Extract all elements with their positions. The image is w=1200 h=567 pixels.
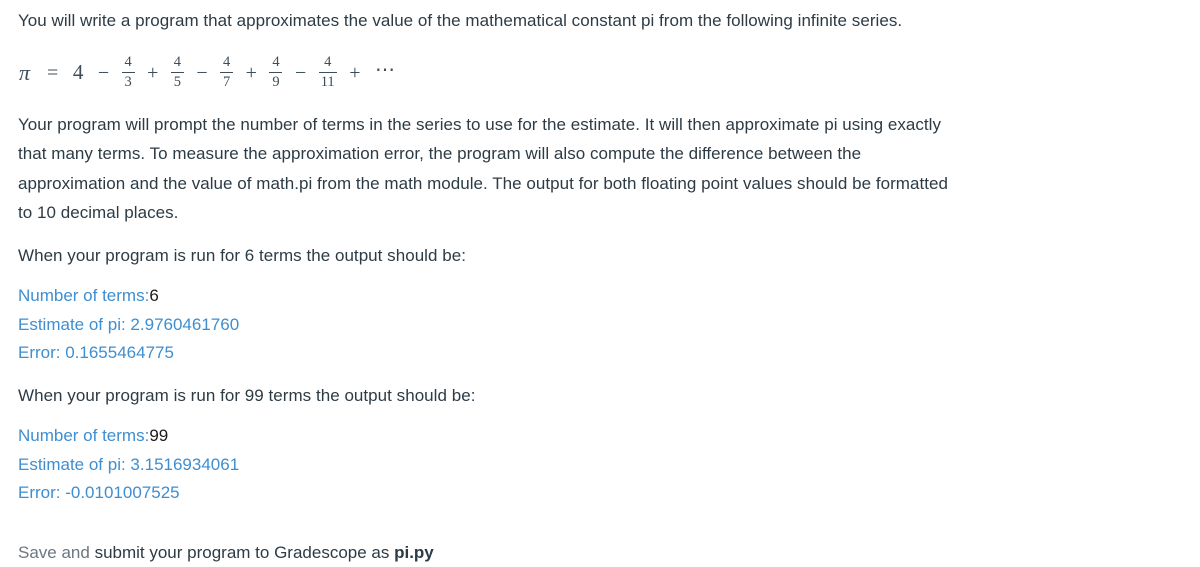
- formula-fraction: 4 5: [170, 54, 184, 90]
- fraction-denominator: 11: [320, 73, 335, 90]
- description-paragraph: Your program will prompt the number of t…: [18, 114, 948, 223]
- formula-operator: −: [294, 61, 307, 84]
- formula-first-term: 4: [72, 60, 84, 84]
- formula-equals: =: [47, 61, 59, 84]
- formula-fraction: 4 11: [318, 54, 337, 90]
- formula-fraction: 4 9: [269, 54, 283, 90]
- output-line-estimate: Estimate of pi: 2.9760461760: [18, 314, 240, 334]
- formula-operator: −: [196, 61, 208, 84]
- formula-fraction: 4 3: [121, 54, 135, 90]
- formula-operator: +: [245, 61, 257, 84]
- formula-pi-symbol: π: [19, 59, 31, 85]
- assignment-description-page: You will write a program that approximat…: [0, 0, 1200, 567]
- output-line-estimate: Estimate of pi: 3.1516934061: [18, 454, 240, 474]
- fraction-numerator: 4: [124, 54, 132, 71]
- output-line-terms: Number of terms:6: [18, 282, 958, 311]
- fraction-denominator: 3: [124, 73, 132, 90]
- pi-series-formula: π = 4 − 4 3 + 4 5 − 4 7 + 4 9 − 4 11 + ⋯: [18, 48, 958, 98]
- example-1-prompt: When your program is run for 6 terms the…: [18, 245, 466, 265]
- intro-paragraph: You will write a program that approximat…: [18, 11, 903, 30]
- fraction-numerator: 4: [223, 54, 231, 71]
- content-column: You will write a program that approximat…: [18, 6, 958, 567]
- terms-label: Number of terms:: [18, 286, 150, 305]
- formula-operator: −: [97, 61, 110, 84]
- formula-ellipsis: ⋯: [374, 58, 399, 81]
- fraction-numerator: 4: [324, 54, 332, 71]
- submission-instruction: Save and submit your program to Gradesco…: [18, 538, 958, 567]
- output-line-error: Error: -0.0101007525: [18, 483, 180, 502]
- example-1-output: Number of terms:6 Estimate of pi: 2.9760…: [18, 282, 958, 368]
- terms-value: 6: [149, 286, 159, 305]
- example-2-prompt: When your program is run for 99 terms th…: [18, 385, 476, 405]
- example-2-output: Number of terms:99 Estimate of pi: 3.151…: [18, 422, 958, 508]
- formula-fraction: 4 7: [220, 54, 234, 90]
- terms-value: 99: [149, 426, 169, 445]
- output-line-terms: Number of terms:99: [18, 422, 958, 451]
- submission-lead: Save and: [18, 542, 95, 562]
- fraction-denominator: 9: [272, 73, 280, 90]
- output-line-error: Error: 0.1655464775: [18, 343, 174, 362]
- terms-label: Number of terms:: [18, 426, 150, 445]
- fraction-denominator: 5: [173, 73, 181, 90]
- submission-text: submit your program to Gradescope as: [94, 542, 395, 562]
- formula-operator: +: [147, 61, 159, 84]
- fraction-numerator: 4: [272, 54, 280, 71]
- fraction-numerator: 4: [173, 54, 181, 71]
- formula-trailing-operator: +: [349, 61, 361, 84]
- fraction-denominator: 7: [223, 73, 231, 90]
- submission-filename: pi.py: [394, 542, 434, 562]
